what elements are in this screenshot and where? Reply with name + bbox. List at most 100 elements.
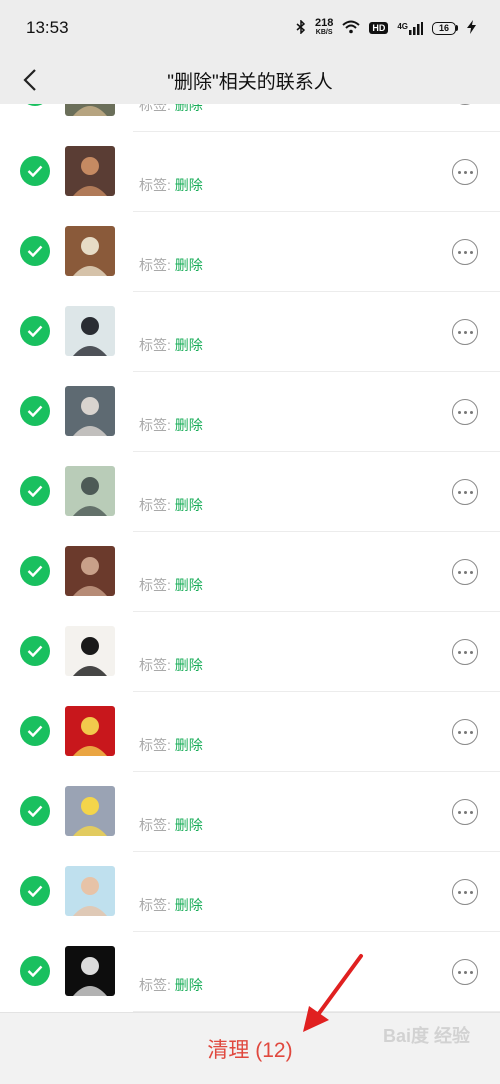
contact-row[interactable]: 标签: 删除 [0, 772, 500, 852]
contact-row[interactable]: 标签: 删除 [0, 612, 500, 692]
tag-label: 标签: [139, 417, 175, 433]
avatar[interactable] [65, 226, 115, 276]
more-options-icon[interactable] [452, 239, 478, 265]
avatar[interactable] [65, 306, 115, 356]
contact-row[interactable]: 标签: 删除 [0, 532, 500, 612]
selected-check-icon[interactable] [20, 636, 50, 666]
contact-row[interactable]: 标签: 删除 [0, 852, 500, 932]
status-icons: 218 KB/S HD 4G 16 [296, 18, 476, 38]
tag-value: 删除 [174, 817, 203, 833]
more-options-icon[interactable] [452, 959, 478, 985]
status-time: 13:53 [26, 18, 69, 37]
selected-check-icon[interactable] [20, 396, 50, 426]
speed-unit: KB/S [315, 29, 333, 36]
contact-tag: 标签: 删除 [139, 175, 203, 195]
network-type: 4G [397, 21, 408, 31]
tag-label: 标签: [139, 337, 175, 353]
selected-check-icon[interactable] [20, 316, 50, 346]
more-options-icon[interactable] [452, 319, 478, 345]
more-options-icon[interactable] [452, 639, 478, 665]
selected-check-icon[interactable] [20, 876, 50, 906]
selected-check-icon[interactable] [20, 796, 50, 826]
contact-row[interactable]: 标签: 删除 [0, 692, 500, 772]
contact-tag: 标签: 删除 [139, 335, 203, 355]
avatar[interactable] [65, 946, 115, 996]
avatar[interactable] [65, 104, 115, 116]
contact-row[interactable]: 标签: 删除 [0, 372, 500, 452]
contact-tag: 标签: 删除 [139, 415, 203, 435]
battery-level: 16 [432, 21, 456, 35]
tag-value: 删除 [174, 897, 203, 913]
tag-value: 删除 [174, 337, 203, 353]
contact-row[interactable]: 标签: 删除 [0, 104, 500, 132]
contact-tag: 标签: 删除 [139, 735, 203, 755]
tag-value: 删除 [174, 104, 203, 113]
nav-bar: "删除"相关的联系人 [0, 56, 500, 104]
avatar[interactable] [65, 626, 115, 676]
tag-label: 标签: [139, 497, 175, 513]
contact-tag: 标签: 删除 [139, 575, 203, 595]
annotation-arrow [303, 954, 363, 1032]
clean-button[interactable]: 清理 (12) [207, 1034, 292, 1064]
bluetooth-icon [296, 18, 306, 37]
network-speed: 218 KB/S [315, 18, 333, 38]
more-options-icon[interactable] [452, 159, 478, 185]
tag-value: 删除 [174, 977, 203, 993]
tag-value: 删除 [174, 657, 203, 673]
tag-value: 删除 [174, 737, 203, 753]
tag-label: 标签: [139, 977, 175, 993]
selected-check-icon[interactable] [20, 156, 50, 186]
more-options-icon[interactable] [452, 719, 478, 745]
avatar[interactable] [65, 866, 115, 916]
contact-row[interactable]: 标签: 删除 [0, 212, 500, 292]
selected-check-icon[interactable] [20, 476, 50, 506]
contact-tag: 标签: 删除 [139, 655, 203, 675]
tag-label: 标签: [139, 257, 175, 273]
tag-label: 标签: [139, 817, 175, 833]
avatar[interactable] [65, 386, 115, 436]
selected-check-icon[interactable] [20, 956, 50, 986]
tag-value: 删除 [174, 257, 203, 273]
back-button[interactable] [12, 62, 48, 98]
contact-row[interactable]: 标签: 删除 [0, 452, 500, 532]
more-options-icon[interactable] [452, 879, 478, 905]
selected-check-icon[interactable] [20, 716, 50, 746]
tag-value: 删除 [174, 417, 203, 433]
more-options-icon[interactable] [452, 799, 478, 825]
contact-tag: 标签: 删除 [139, 495, 203, 515]
avatar[interactable] [65, 786, 115, 836]
contact-list[interactable]: 标签: 删除 标签: 删除 标签: 删除 标签: 删除 标签: 删除 标签: 删… [0, 104, 500, 1012]
tag-label: 标签: [139, 657, 175, 673]
contact-row[interactable]: 标签: 删除 [0, 292, 500, 372]
speed-value: 218 [314, 17, 334, 29]
more-options-icon[interactable] [452, 559, 478, 585]
contact-tag: 标签: 删除 [139, 895, 203, 915]
avatar[interactable] [65, 706, 115, 756]
contact-tag: 标签: 删除 [139, 975, 203, 995]
contact-row[interactable]: 标签: 删除 [0, 932, 500, 1012]
battery-indicator: 16 [432, 21, 458, 35]
more-options-icon[interactable] [452, 399, 478, 425]
avatar[interactable] [65, 546, 115, 596]
charging-icon [467, 19, 476, 37]
hd-badge: HD [369, 22, 389, 34]
watermark-logo: Bai度 经验 [382, 1026, 470, 1046]
selected-check-icon[interactable] [20, 556, 50, 586]
page-title: "删除"相关的联系人 [167, 71, 333, 93]
back-arrow-icon [23, 69, 36, 91]
avatar[interactable] [65, 146, 115, 196]
more-options-icon[interactable] [452, 104, 478, 105]
battery-tip [456, 25, 458, 31]
avatar[interactable] [65, 466, 115, 516]
more-options-icon[interactable] [452, 479, 478, 505]
contact-tag: 标签: 删除 [139, 255, 203, 275]
contact-tag: 标签: 删除 [139, 104, 203, 115]
contact-row[interactable]: 标签: 删除 [0, 132, 500, 212]
selected-check-icon[interactable] [20, 104, 50, 106]
contact-tag: 标签: 删除 [139, 815, 203, 835]
tag-label: 标签: [139, 177, 175, 193]
selected-check-icon[interactable] [20, 236, 50, 266]
tag-value: 删除 [174, 177, 203, 193]
tag-label: 标签: [139, 897, 175, 913]
tag-value: 删除 [174, 497, 203, 513]
